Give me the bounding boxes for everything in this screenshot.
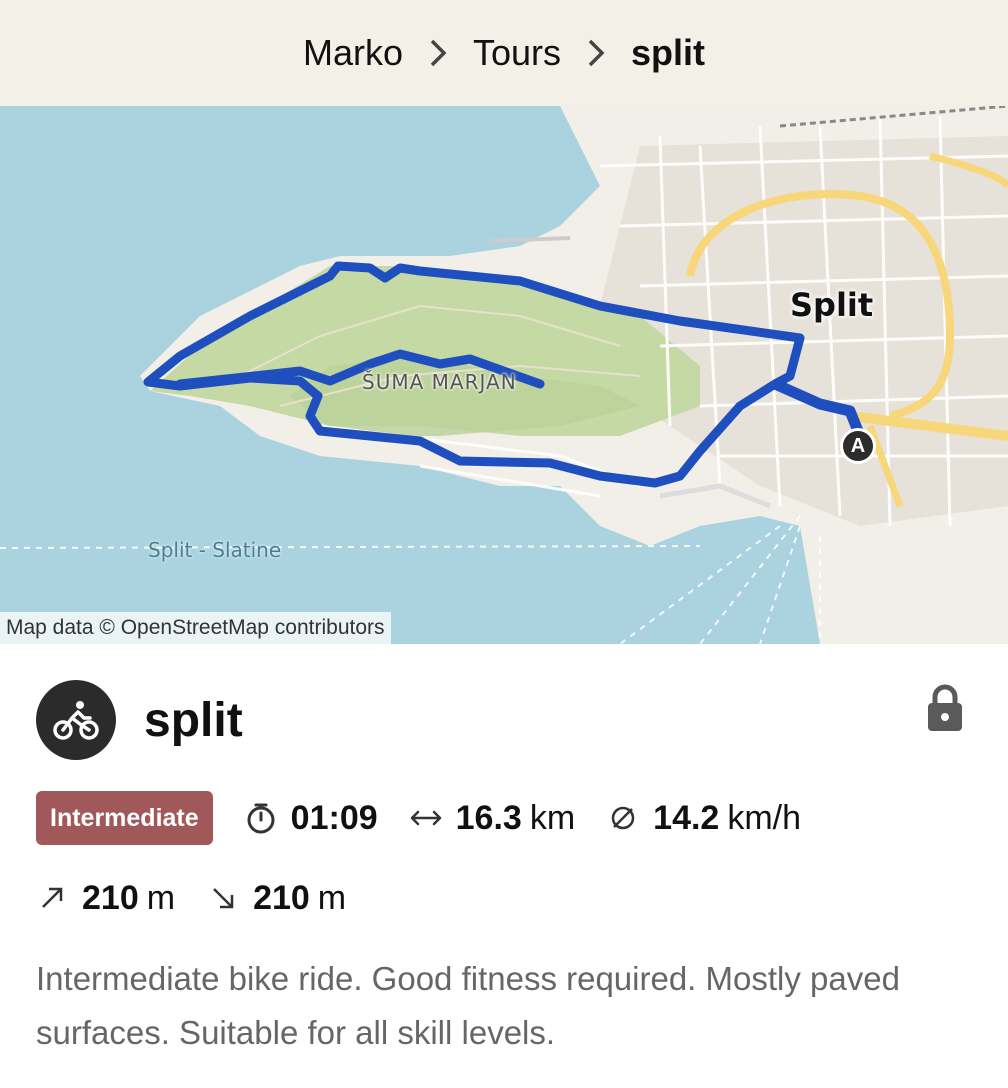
average-icon: [607, 802, 639, 834]
tour-header: split: [36, 680, 972, 760]
map-park-label: ŠUMA MARJAN: [362, 370, 517, 394]
speed-stat: 14.2 km/h: [607, 799, 801, 838]
chevron-right-icon: [403, 35, 473, 71]
arrow-up-right-icon: [36, 882, 68, 914]
distance-unit: km: [529, 798, 576, 837]
tour-description: Intermediate bike ride. Good fitness req…: [36, 960, 900, 1051]
difficulty-badge: Intermediate: [36, 791, 213, 845]
map-city-label: Split: [790, 286, 874, 324]
lock-icon[interactable]: [926, 684, 964, 732]
speed-value: 14.2: [653, 798, 720, 837]
route-start-marker[interactable]: A: [840, 428, 876, 464]
elevation-down-value: 210: [253, 878, 310, 917]
elevation-up-unit: m: [146, 878, 176, 917]
breadcrumb: Marko Tours split: [0, 0, 1008, 106]
route-map[interactable]: Split ŠUMA MARJAN Split - Slatine A Map …: [0, 106, 1008, 644]
speed-unit: km/h: [727, 798, 802, 837]
elevation-down-unit: m: [317, 878, 347, 917]
elevation-up-stat: 210 m: [36, 879, 175, 918]
breadcrumb-item-tours[interactable]: Tours: [473, 32, 561, 74]
stopwatch-icon: [245, 802, 277, 834]
duration-stat: 01:09: [245, 799, 378, 838]
map-ferry-label: Split - Slatine: [148, 538, 282, 562]
bicycle-icon: [36, 680, 116, 760]
breadcrumb-item-current: split: [631, 32, 706, 73]
distance-arrows-icon: [410, 802, 442, 834]
map-attribution[interactable]: Map data © OpenStreetMap contributors: [0, 612, 391, 644]
arrow-down-right-icon: [207, 882, 239, 914]
distance-stat: 16.3 km: [410, 798, 576, 838]
elevation-stats: 210 m 210 m: [36, 876, 346, 920]
tour-stats: Intermediate 01:09 16.3 km 14.2 km/h: [36, 791, 801, 845]
chevron-right-icon: [561, 35, 631, 71]
tour-title: split: [144, 693, 243, 747]
elevation-up-value: 210: [82, 878, 139, 917]
breadcrumb-item-user[interactable]: Marko: [303, 32, 403, 74]
distance-value: 16.3: [455, 798, 522, 837]
duration-value: 01:09: [290, 798, 378, 837]
elevation-down-stat: 210 m: [207, 879, 346, 918]
